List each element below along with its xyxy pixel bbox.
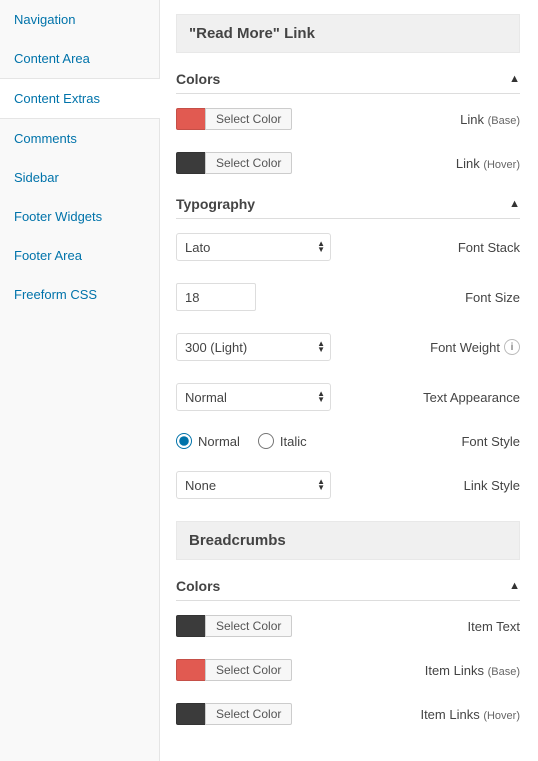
font-weight-select[interactable]: 300 (Light): [176, 333, 331, 361]
color-row-item-text: Select Color Item Text: [176, 615, 520, 637]
sidebar-item-freeform-css[interactable]: Freeform CSS: [0, 275, 159, 314]
row-font-size: Font Size: [176, 283, 520, 311]
text-appearance-select[interactable]: Normal: [176, 383, 331, 411]
color-picker-item-text[interactable]: Select Color: [176, 615, 292, 637]
subsection-colors[interactable]: Colors ▲: [176, 71, 520, 94]
color-picker-link-hover[interactable]: Select Color: [176, 152, 292, 174]
sidebar-item-content-extras[interactable]: Content Extras: [0, 78, 160, 119]
collapse-icon[interactable]: ▲: [509, 198, 520, 210]
sidebar-item-footer-area[interactable]: Footer Area: [0, 236, 159, 275]
row-font-stack: Lato ▲▼ Font Stack: [176, 233, 520, 261]
sidebar-item-content-area[interactable]: Content Area: [0, 39, 159, 78]
row-label: Link (Hover): [456, 156, 520, 171]
color-picker-item-links-base[interactable]: Select Color: [176, 659, 292, 681]
swatch-icon: [176, 152, 206, 174]
section-title-breadcrumbs: Breadcrumbs: [176, 521, 520, 560]
select-color-button[interactable]: Select Color: [205, 703, 292, 725]
row-label: Link Style: [464, 478, 520, 493]
collapse-icon[interactable]: ▲: [509, 73, 520, 85]
subsection-heading: Typography: [176, 196, 255, 212]
info-icon[interactable]: i: [504, 339, 520, 355]
row-text-appearance: Normal ▲▼ Text Appearance: [176, 383, 520, 411]
select-color-button[interactable]: Select Color: [205, 659, 292, 681]
radio-italic[interactable]: Italic: [258, 433, 307, 449]
radio-input[interactable]: [258, 433, 274, 449]
radio-normal[interactable]: Normal: [176, 433, 240, 449]
sidebar-item-sidebar[interactable]: Sidebar: [0, 158, 159, 197]
link-style-select[interactable]: None: [176, 471, 331, 499]
row-font-weight: 300 (Light) ▲▼ Font Weight i: [176, 333, 520, 361]
swatch-icon: [176, 108, 206, 130]
color-picker-item-links-hover[interactable]: Select Color: [176, 703, 292, 725]
font-stack-select[interactable]: Lato: [176, 233, 331, 261]
sidebar-item-footer-widgets[interactable]: Footer Widgets: [0, 197, 159, 236]
radio-input[interactable]: [176, 433, 192, 449]
row-label: Link (Base): [460, 112, 520, 127]
row-label: Item Links (Hover): [420, 707, 520, 722]
row-font-style: Normal Italic Font Style: [176, 433, 520, 449]
font-size-input[interactable]: [176, 283, 256, 311]
sidebar-item-comments[interactable]: Comments: [0, 119, 159, 158]
swatch-icon: [176, 703, 206, 725]
color-row-link-hover: Select Color Link (Hover): [176, 152, 520, 174]
sidebar-item-navigation[interactable]: Navigation: [0, 0, 159, 39]
swatch-icon: [176, 659, 206, 681]
settings-panel: "Read More" Link Colors ▲ Select Color L…: [160, 0, 538, 761]
color-row-item-links-base: Select Color Item Links (Base): [176, 659, 520, 681]
row-label: Font Style: [461, 434, 520, 449]
row-label: Item Text: [467, 619, 520, 634]
subsection-heading: Colors: [176, 578, 220, 594]
row-label: Font Stack: [458, 240, 520, 255]
swatch-icon: [176, 615, 206, 637]
select-color-button[interactable]: Select Color: [205, 615, 292, 637]
subsection-colors-breadcrumbs[interactable]: Colors ▲: [176, 578, 520, 601]
subsection-typography[interactable]: Typography ▲: [176, 196, 520, 219]
row-label: Item Links (Base): [425, 663, 520, 678]
collapse-icon[interactable]: ▲: [509, 580, 520, 592]
section-title-read-more: "Read More" Link: [176, 14, 520, 53]
settings-sidebar: Navigation Content Area Content Extras C…: [0, 0, 160, 761]
row-label: Font Size: [465, 290, 520, 305]
color-row-item-links-hover: Select Color Item Links (Hover): [176, 703, 520, 725]
select-color-button[interactable]: Select Color: [205, 152, 292, 174]
color-row-link-base: Select Color Link (Base): [176, 108, 520, 130]
row-link-style: None ▲▼ Link Style: [176, 471, 520, 499]
subsection-heading: Colors: [176, 71, 220, 87]
color-picker-link-base[interactable]: Select Color: [176, 108, 292, 130]
row-label: Text Appearance: [423, 390, 520, 405]
row-label: Font Weight: [430, 340, 500, 355]
select-color-button[interactable]: Select Color: [205, 108, 292, 130]
